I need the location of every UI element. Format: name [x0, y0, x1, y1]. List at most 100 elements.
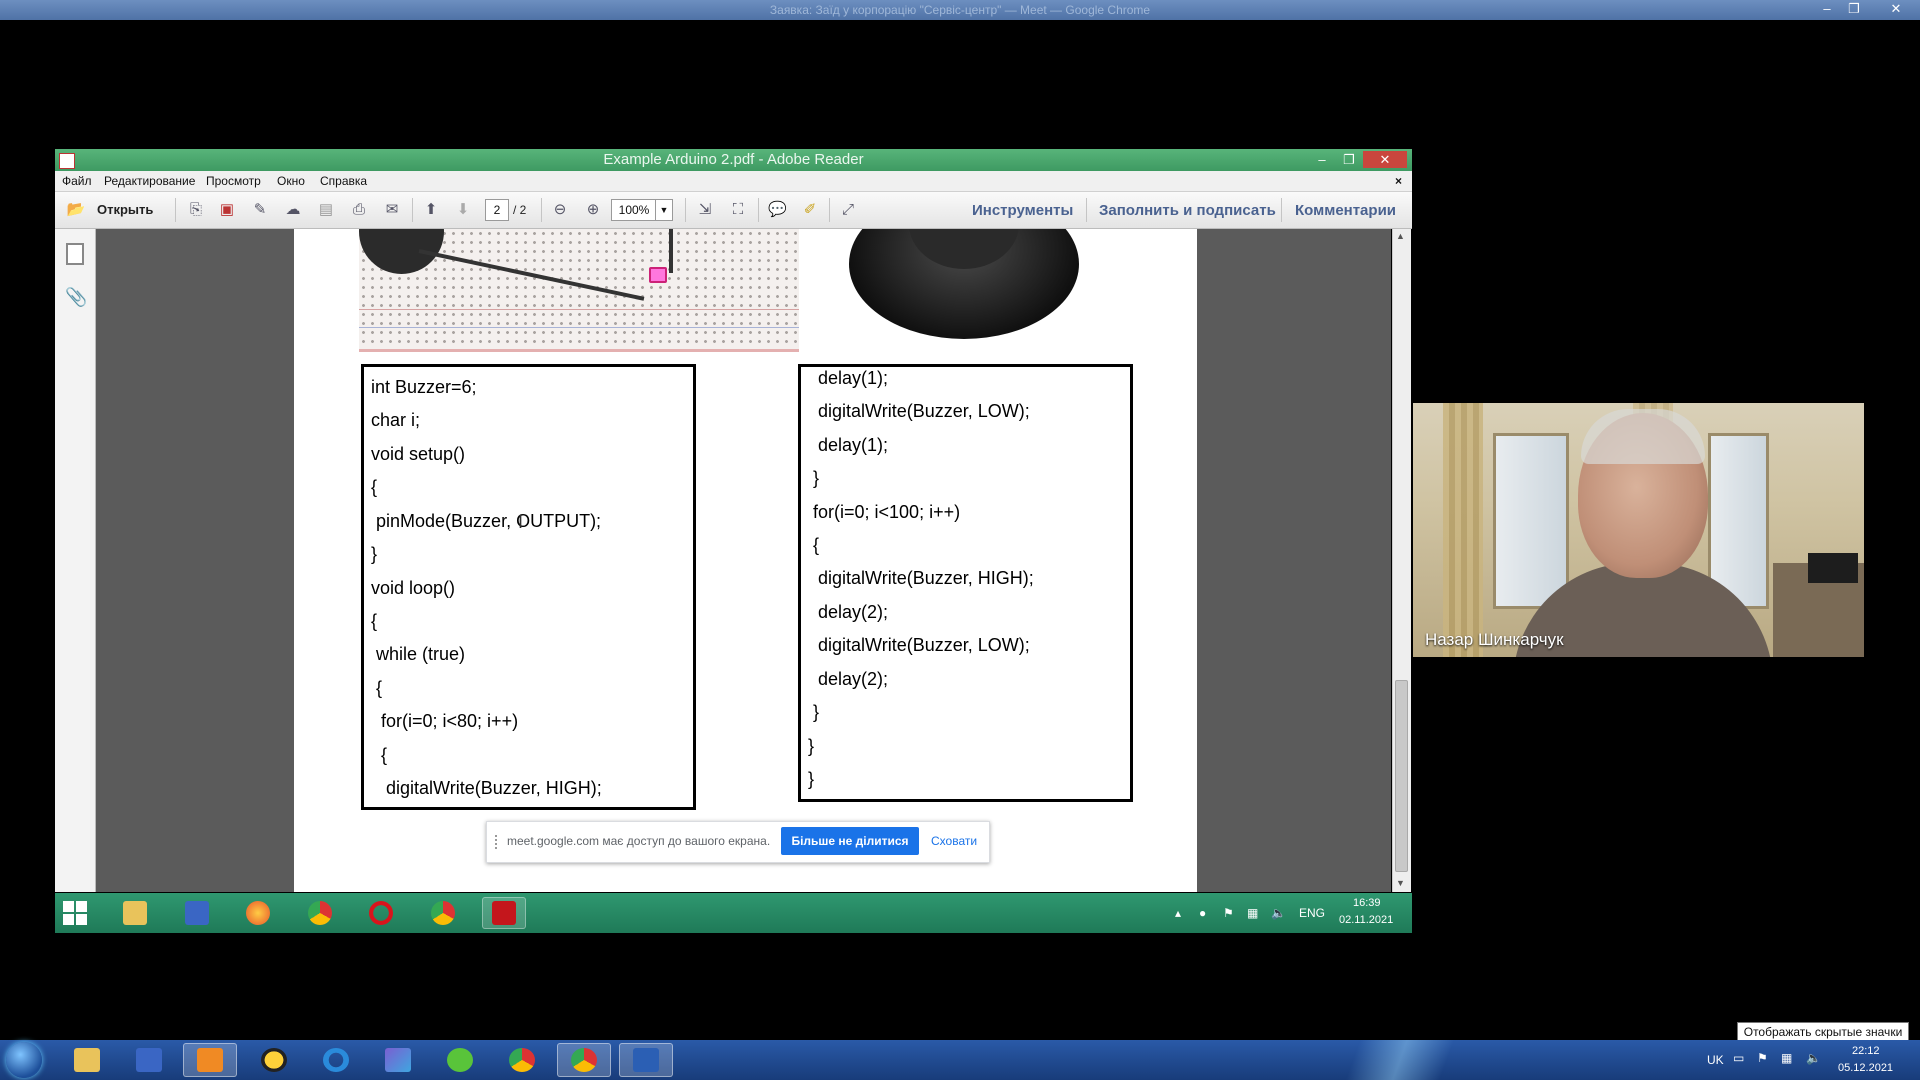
open-button[interactable]: Открыть: [97, 202, 153, 217]
fit-page-icon[interactable]: ⇲: [696, 201, 714, 219]
menu-window[interactable]: Окно: [277, 174, 305, 188]
page-number-input[interactable]: 2: [485, 199, 509, 221]
menu-edit[interactable]: Редактирование: [104, 174, 195, 188]
tools-pane-link[interactable]: Инструменты: [972, 202, 1073, 219]
tray-language[interactable]: UK: [1707, 1053, 1724, 1067]
code-line: }: [808, 468, 820, 488]
toolbar-separator: [758, 198, 759, 222]
tray-flag-icon[interactable]: ⚑: [1757, 1051, 1768, 1065]
code-line: {: [808, 535, 820, 555]
attachments-paperclip-icon[interactable]: 📎: [65, 287, 87, 308]
participant-video-tile[interactable]: Назар Шинкарчук: [1413, 403, 1864, 657]
page-thumbnails-icon[interactable]: [66, 243, 84, 265]
fill-sign-pane-link[interactable]: Заполнить и подписать: [1099, 202, 1276, 219]
tray-language[interactable]: ENG: [1299, 906, 1325, 920]
outer-minimize-button[interactable]: –: [1816, 1, 1838, 17]
file-explorer-taskbar-button[interactable]: [113, 897, 157, 929]
tray-volume-icon[interactable]: 🔈: [1806, 1051, 1821, 1065]
comments-pane-link[interactable]: Комментарии: [1295, 202, 1396, 219]
tray-expand-chevron-icon[interactable]: ▴: [1175, 906, 1181, 920]
email-icon[interactable]: ✉: [383, 201, 401, 219]
hide-banner-button[interactable]: Сховати: [931, 834, 977, 848]
toolbar-separator: [1086, 198, 1087, 222]
tray-network-icon[interactable]: ▦: [1247, 906, 1258, 920]
zoom-in-icon[interactable]: ⊕: [584, 201, 602, 219]
menu-view[interactable]: Просмотр: [206, 174, 261, 188]
firefox-taskbar-button[interactable]: [236, 897, 280, 929]
zoom-level-input[interactable]: 100%: [611, 199, 657, 221]
background-monitor: [1808, 553, 1858, 583]
create-pdf-icon[interactable]: ⎘: [187, 201, 205, 219]
navigation-panel: 📎: [55, 229, 96, 892]
code-line: {: [371, 678, 383, 698]
chrome-taskbar-button[interactable]: [298, 897, 342, 929]
text-cursor-icon: I: [518, 512, 524, 532]
save-app-taskbar-button[interactable]: [122, 1043, 176, 1077]
toolbar-separator: [175, 198, 176, 222]
code-line: }: [808, 702, 820, 722]
stop-sharing-button[interactable]: Більше не ділитися: [781, 827, 919, 855]
opera-taskbar-button[interactable]: [359, 897, 403, 929]
combine-files-icon[interactable]: ▣: [218, 201, 236, 219]
document-view[interactable]: int Buzzer=6; char i; void setup() { pin…: [96, 229, 1391, 892]
previous-page-icon[interactable]: ⬆: [422, 201, 440, 219]
windows-start-icon[interactable]: [63, 901, 87, 925]
page-total-label: / 2: [513, 203, 527, 217]
outer-close-button[interactable]: ✕: [1885, 1, 1907, 17]
scroll-up-chevron-icon[interactable]: ▲: [1396, 231, 1405, 241]
full-screen-icon[interactable]: ⛶: [729, 201, 747, 219]
outer-maximize-button[interactable]: ❐: [1843, 1, 1865, 17]
toolbar-separator: [1281, 198, 1282, 222]
zoom-out-icon[interactable]: ⊖: [551, 201, 569, 219]
menu-file[interactable]: Файл: [62, 174, 92, 188]
expand-icon[interactable]: ⤢: [839, 201, 857, 219]
media-player-taskbar-button[interactable]: [183, 1043, 237, 1077]
save-app-taskbar-button[interactable]: [175, 897, 219, 929]
participant-hair: [1581, 409, 1705, 464]
tray-network-icon[interactable]: ▦: [1781, 1051, 1792, 1065]
next-page-icon[interactable]: ⬇: [454, 201, 472, 219]
messenger-taskbar-button[interactable]: [371, 1043, 425, 1077]
menu-close-doc-button[interactable]: ×: [1395, 174, 1402, 188]
save-icon[interactable]: ▤: [317, 201, 335, 219]
menu-help[interactable]: Справка: [320, 174, 367, 188]
outer-window-titlebar: Заявка: Заїд у корпорацію "Сервіс-центр"…: [0, 0, 1920, 20]
tray-flag-icon[interactable]: ⚑: [1223, 906, 1234, 920]
code-box-right: delay(1); digitalWrite(Buzzer, LOW); del…: [798, 364, 1133, 802]
participant-name: Назар Шинкарчук: [1425, 630, 1564, 649]
print-icon[interactable]: ⎙: [350, 201, 368, 219]
adobe-minimize-button[interactable]: –: [1312, 151, 1332, 168]
code-line: void setup(): [371, 444, 466, 464]
upload-cloud-icon[interactable]: ☁: [284, 201, 302, 219]
windows-start-orb-icon[interactable]: [6, 1042, 42, 1078]
tray-action-center-icon[interactable]: ▭: [1733, 1051, 1744, 1065]
code-line: {: [371, 611, 378, 631]
adobe-maximize-button[interactable]: ❐: [1339, 151, 1359, 168]
explorer-taskbar-button[interactable]: [60, 1043, 114, 1077]
chrome-taskbar-button[interactable]: [495, 1043, 549, 1077]
internet-explorer-taskbar-button[interactable]: [309, 1043, 363, 1077]
tray-volume-icon[interactable]: 🔈: [1271, 906, 1286, 920]
highlight-icon[interactable]: ✐: [801, 201, 819, 219]
tray-app-icon[interactable]: ●: [1199, 906, 1206, 920]
zoom-dropdown-chevron-down-icon[interactable]: ▼: [655, 199, 673, 221]
edit-document-icon[interactable]: ✎: [251, 201, 269, 219]
code-line: char i;: [371, 410, 421, 430]
chrome-taskbar-button[interactable]: [421, 897, 465, 929]
scroll-down-chevron-icon[interactable]: ▼: [1396, 878, 1405, 888]
adobe-reader-taskbar-button[interactable]: [482, 897, 526, 929]
chrome-taskbar-button[interactable]: [557, 1043, 611, 1077]
inner-taskbar: ▴ ● ⚑ ▦ 🔈 ENG 16:39 02.11.2021: [55, 893, 1412, 933]
comment-icon[interactable]: 💬: [768, 201, 787, 219]
scrollbar-thumb[interactable]: [1395, 680, 1408, 872]
adobe-close-button[interactable]: ✕: [1363, 151, 1407, 168]
drag-handle-icon[interactable]: [495, 835, 501, 849]
open-folder-icon[interactable]: 📂: [65, 201, 87, 219]
aimp-taskbar-button[interactable]: [247, 1043, 301, 1077]
hidden-icons-tooltip: Отображать скрытые значки: [1737, 1022, 1909, 1042]
code-line: delay(2);: [808, 669, 889, 689]
shared-screen: Example Arduino 2.pdf - Adobe Reader – ❐…: [55, 20, 1412, 1040]
code-line: delay(2);: [808, 602, 889, 622]
word-taskbar-button[interactable]: [619, 1043, 673, 1077]
utorrent-taskbar-button[interactable]: [433, 1043, 487, 1077]
